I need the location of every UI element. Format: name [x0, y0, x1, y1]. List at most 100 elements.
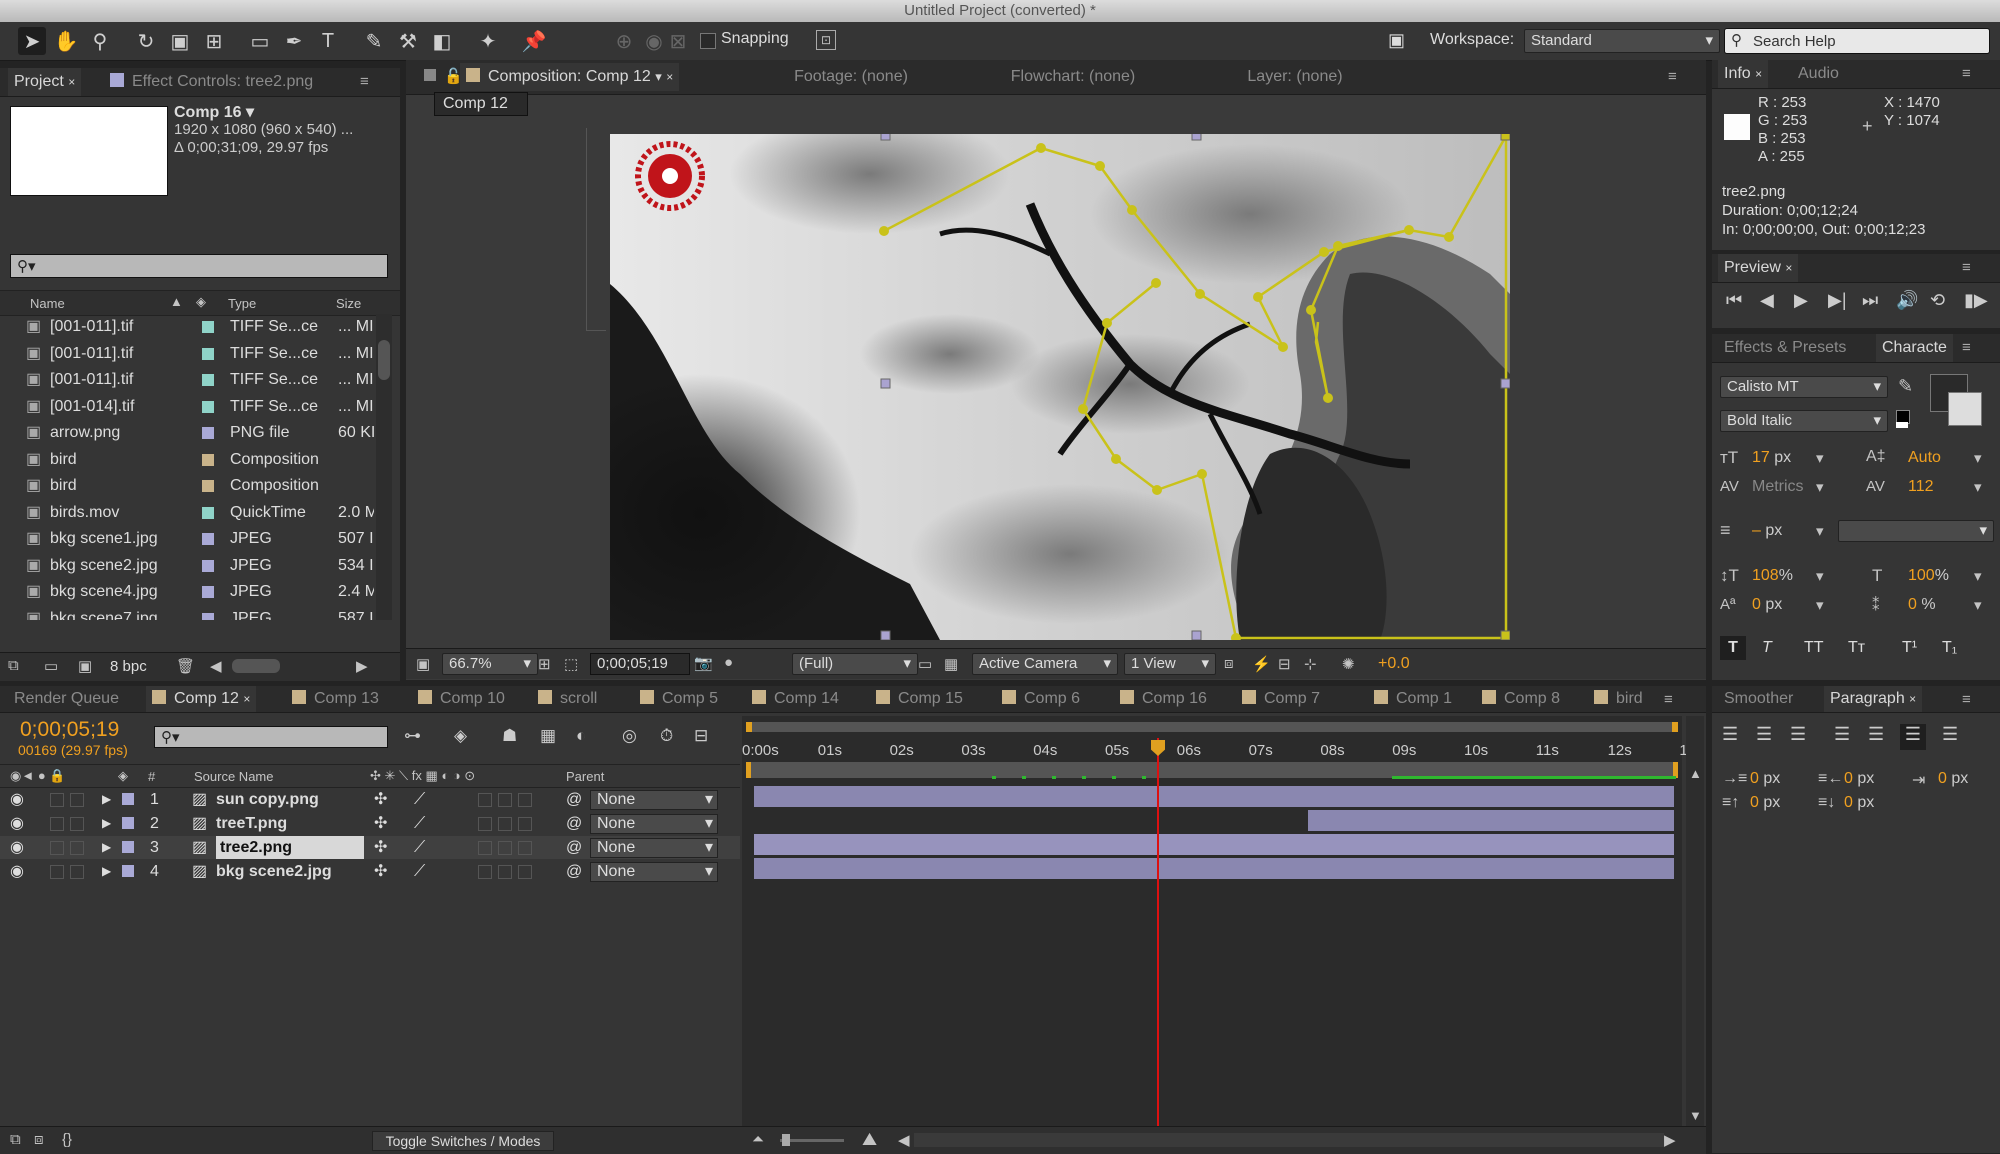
tab-composition[interactable]: Composition: Comp 12 ▾ × — [460, 63, 680, 91]
label-swatch[interactable] — [122, 793, 134, 805]
parent-select[interactable]: None ▾ — [590, 790, 718, 810]
switch-box[interactable] — [518, 865, 532, 879]
camera-tool-icon[interactable]: ▣ — [166, 27, 194, 55]
snapping-checkbox[interactable] — [700, 33, 716, 49]
tsume-value[interactable]: 0 % — [1908, 596, 1936, 614]
pick-whip-icon[interactable]: @ — [566, 860, 582, 883]
viewer-timecode[interactable]: 0;00;05;19 — [590, 653, 690, 675]
switch-box[interactable] — [478, 793, 492, 807]
timeline-icon[interactable]: ⊟ — [1278, 655, 1291, 673]
expand-arrow-icon[interactable]: ▶ — [102, 812, 111, 835]
white-swatch[interactable] — [1896, 422, 1908, 428]
switch-box[interactable] — [498, 817, 512, 831]
comp-mini-flowchart-icon[interactable]: ⊶ — [404, 726, 421, 746]
eraser-tool-icon[interactable]: ◧ — [428, 27, 456, 55]
label-swatch[interactable] — [202, 347, 214, 360]
indent-right-value[interactable]: 0 px — [1844, 770, 1874, 788]
panel-menu-icon[interactable]: ≡ — [1962, 691, 1971, 708]
switch-box[interactable] — [478, 841, 492, 855]
chevron-down-icon[interactable]: ▾ — [1816, 522, 1824, 540]
pick-whip-icon[interactable]: @ — [566, 812, 582, 835]
label-swatch[interactable] — [202, 400, 214, 413]
list-item[interactable]: ▣ [001-011].tif TIFF Se...ce ... MI — [0, 341, 374, 367]
chevron-down-icon[interactable]: ▾ — [1974, 567, 1982, 585]
expand-layer-switches-icon[interactable]: ⧉ — [10, 1131, 21, 1148]
stroke-style-select[interactable]: ▾ — [1838, 520, 1994, 542]
label-swatch[interactable] — [202, 374, 214, 386]
list-item[interactable]: ▣ bkg scene4.jpg JPEG 2.4 M — [0, 579, 374, 605]
lock-toggle[interactable] — [70, 793, 84, 807]
col-source-name[interactable]: Source Name — [194, 769, 273, 784]
solo-toggle[interactable] — [50, 793, 64, 807]
exposure-value[interactable]: +0.0 — [1378, 655, 1410, 673]
snapshot-icon[interactable]: 📷 — [694, 654, 713, 672]
tab-comp-6[interactable]: Comp 6 — [996, 686, 1086, 712]
tab-comp-1[interactable]: Comp 1 — [1368, 686, 1458, 712]
type-tool-icon[interactable]: T — [314, 27, 342, 55]
timeline-search-input[interactable]: ⚲▾ — [154, 726, 388, 748]
tracking-value[interactable]: 112 — [1908, 478, 1934, 496]
label-swatch[interactable] — [202, 506, 214, 519]
kerning-value[interactable]: Metrics — [1752, 478, 1804, 496]
resolution-grid-icon[interactable]: ⊞ — [538, 655, 551, 673]
layer-row[interactable]: ◉ ▶ 4 ▨ bkg scene2.jpg ✣ ⟋ @ None ▾ — [0, 860, 740, 883]
mask-visibility-icon[interactable]: ⬚ — [564, 655, 578, 673]
label-swatch[interactable] — [202, 480, 214, 492]
chevron-down-icon[interactable]: ▾ — [1816, 567, 1824, 585]
time-navigator[interactable] — [746, 722, 1678, 732]
shy-switch-icon[interactable]: ✣ — [374, 812, 387, 835]
comp-breadcrumb[interactable]: Comp 12 — [434, 92, 528, 116]
zoom-in-icon[interactable]: ⛰ — [862, 1129, 877, 1150]
toggle-pixel-aspect-icon[interactable]: ⧈ — [1224, 655, 1234, 672]
transparency-grid-icon[interactable]: ▦ — [944, 655, 958, 673]
always-preview-icon[interactable]: ▣ — [416, 655, 430, 673]
comp-name[interactable]: Comp 16 ▾ — [174, 102, 254, 122]
justify-right-icon[interactable]: ☰ — [1900, 724, 1926, 750]
list-item[interactable]: ▣ [001-011].tif TIFF Se...ce ... MI — [0, 314, 374, 340]
tab-smoother[interactable]: Smoother — [1718, 686, 1799, 712]
rectangle-tool-icon[interactable]: ▭ — [246, 27, 274, 55]
label-swatch[interactable] — [122, 841, 134, 853]
close-icon[interactable]: × — [1909, 692, 1916, 706]
layer-name[interactable]: bkg scene2.jpg — [216, 860, 332, 883]
list-item[interactable]: ▣ birds.mov QuickTime 2.0 M — [0, 500, 374, 526]
visibility-eye-icon[interactable]: ◉ — [10, 860, 24, 883]
tab-comp-15[interactable]: Comp 15 — [870, 686, 969, 712]
views-select[interactable]: 1 View ▾ — [1124, 653, 1216, 675]
expand-arrow-icon[interactable]: ▶ — [102, 860, 111, 883]
align-right-icon[interactable]: ☰ — [1790, 724, 1806, 745]
next-frame-icon[interactable]: ▶| — [1828, 290, 1847, 311]
horizontal-scrollbar[interactable] — [232, 659, 280, 673]
view-axis-icon[interactable]: ⊠ — [664, 27, 692, 55]
flowchart-icon[interactable]: ⊹ — [1304, 655, 1317, 673]
axis-mode-icon[interactable]: ⊕ — [610, 27, 638, 55]
layer-name[interactable]: treeT.png — [216, 812, 287, 835]
scroll-left-icon[interactable]: ◀ — [210, 657, 222, 675]
tab-comp-7[interactable]: Comp 7 — [1236, 686, 1326, 712]
align-left-icon[interactable]: ☰ — [1722, 724, 1738, 745]
pick-whip-icon[interactable]: @ — [566, 788, 582, 811]
space-after-value[interactable]: 0 px — [1844, 794, 1874, 812]
label-swatch[interactable] — [202, 453, 214, 466]
audio-icon[interactable]: 🔊 — [1896, 290, 1918, 311]
toggle-switches-modes-button[interactable]: Toggle Switches / Modes — [372, 1131, 554, 1151]
tab-flowchart[interactable]: Flowchart: (none) — [962, 63, 1184, 91]
new-comp-icon[interactable]: ▣ — [78, 657, 92, 675]
loop-icon[interactable]: ⟲ — [1930, 290, 1945, 311]
layer-bar-bkg-scene2[interactable] — [754, 858, 1674, 879]
auto-keyframe-icon[interactable]: ⏱ — [660, 726, 673, 746]
channels-icon[interactable]: ● — [724, 654, 733, 671]
font-style-select[interactable]: Bold Italic ▾ — [1720, 410, 1888, 432]
quality-switch-icon[interactable]: ⟋ — [414, 860, 425, 883]
pen-tool-icon[interactable]: ✒ — [280, 27, 308, 55]
visibility-eye-icon[interactable]: ◉ — [10, 836, 24, 859]
tab-scroll[interactable]: scroll — [532, 686, 603, 712]
layer-row[interactable]: ◉ ▶ 2 ▨ treeT.png ✣ ⟋ @ None ▾ — [0, 812, 740, 835]
align-center-icon[interactable]: ☰ — [1756, 724, 1772, 745]
layer-row[interactable]: ◉ ▶ 1 ▨ sun copy.png ✣ ⟋ @ None ▾ — [0, 788, 740, 811]
panel-menu-icon[interactable]: ≡ — [1962, 339, 1971, 356]
parent-select[interactable]: None ▾ — [590, 814, 718, 834]
switch-box[interactable] — [498, 793, 512, 807]
all-caps-button[interactable]: TT — [1804, 636, 1824, 660]
label-swatch[interactable] — [202, 533, 214, 545]
